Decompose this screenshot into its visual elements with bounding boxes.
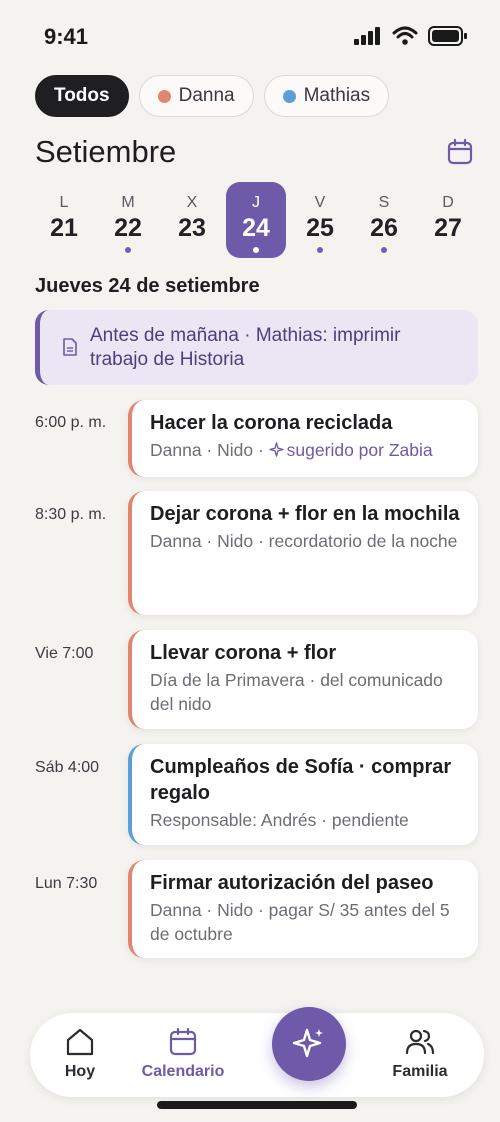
- day-letter: J: [252, 194, 260, 211]
- day-27[interactable]: D 27: [418, 182, 478, 258]
- day-number: 27: [434, 214, 462, 242]
- day-number: 23: [178, 214, 206, 242]
- filter-chip-label: Danna: [178, 85, 235, 106]
- week-strip: L 21 M 22 X 23 J 24 V 25 S 26 D 27: [32, 182, 482, 262]
- tab-familia[interactable]: Familia: [390, 1027, 450, 1081]
- suggestion-text: sugerido por Zabia: [286, 440, 433, 460]
- calendar-picker-button[interactable]: [446, 138, 476, 168]
- mathias-dot-icon: [282, 89, 296, 103]
- event-subtitle: Responsable: Andrés · pendiente: [150, 810, 409, 830]
- event-subtitle: Día de la Primavera · del comunicado del…: [150, 670, 443, 714]
- home-icon: [66, 1028, 94, 1056]
- tab-label: Familia: [392, 1063, 448, 1080]
- tab-label: Calendario: [141, 1063, 225, 1080]
- date-heading: Jueves 24 de setiembre: [35, 275, 260, 297]
- status-time: 9:41: [44, 24, 89, 49]
- tab-hoy[interactable]: Hoy: [62, 1027, 98, 1081]
- filter-chip-label: Mathias: [303, 85, 371, 106]
- event-time: 8:30 p. m.: [35, 506, 107, 523]
- day-letter: V: [314, 194, 326, 211]
- tab-label: Hoy: [64, 1063, 96, 1080]
- battery-icon: [428, 26, 467, 46]
- filter-chip-mathias[interactable]: Mathias: [263, 75, 390, 117]
- day-number: 24: [242, 214, 270, 242]
- day-letter: D: [442, 194, 454, 211]
- event-subtitle: Danna · Nido · sugerido por Zabia: [150, 438, 460, 462]
- day-25[interactable]: V 25: [290, 182, 350, 258]
- tab-calendario[interactable]: Calendario: [138, 1027, 228, 1081]
- status-icons: [354, 26, 468, 46]
- filter-chip-todos[interactable]: Todos: [35, 75, 129, 117]
- month-title: Setiembre: [35, 134, 177, 169]
- event-title: Cumpleaños de Sofía · comprar regalo: [150, 756, 452, 804]
- event-card[interactable]: Cumpleaños de Sofía · comprar regalo Res…: [128, 744, 478, 845]
- event-dot: [317, 247, 323, 253]
- event-title: Firmar autorización del paseo: [150, 872, 434, 894]
- event-card[interactable]: Llevar corona + flor Día de la Primavera…: [128, 630, 478, 729]
- day-23[interactable]: X 23: [162, 182, 222, 258]
- filter-chips: Todos Danna Mathias: [35, 75, 390, 117]
- event-dot: [381, 247, 387, 253]
- calendar-icon: [447, 138, 473, 165]
- day-letter: M: [121, 194, 135, 211]
- people-icon: [405, 1029, 435, 1055]
- day-letter: S: [378, 194, 390, 211]
- event-dot: [253, 247, 259, 253]
- day-number: 22: [114, 214, 142, 242]
- signal-icon: [354, 27, 380, 45]
- filter-chip-label: Todos: [54, 85, 110, 106]
- filter-chip-danna[interactable]: Danna: [138, 75, 254, 117]
- event-title: Dejar corona + flor en la mochila: [150, 503, 460, 525]
- status-bar: 9:41: [0, 0, 500, 70]
- event-time: Lun 7:30: [35, 875, 98, 892]
- sparkle-icon: [292, 1028, 323, 1058]
- day-22[interactable]: M 22: [98, 182, 158, 258]
- day-letter: X: [186, 194, 198, 211]
- event-card[interactable]: Hacer la corona reciclada Danna · Nido ·…: [128, 400, 478, 477]
- suggestion-tag: sugerido por Zabia: [268, 440, 433, 460]
- event-subtitle: Danna · Nido · recordatorio de la noche: [150, 531, 458, 551]
- day-letter: L: [59, 194, 69, 211]
- event-dot: [125, 247, 131, 253]
- home-indicator: [157, 1101, 357, 1109]
- event-subtitle: Danna · Nido · pagar S/ 35 antes del 5 d…: [150, 900, 450, 944]
- day-number: 26: [370, 214, 398, 242]
- day-21[interactable]: L 21: [34, 182, 94, 258]
- tab-bar: Hoy Calendario Familia: [30, 1013, 484, 1097]
- calendar-icon: [169, 1027, 197, 1056]
- event-time: 6:00 p. m.: [35, 414, 107, 431]
- day-26[interactable]: S 26: [354, 182, 414, 258]
- sparkle-icon: [268, 442, 284, 457]
- event-card[interactable]: Firmar autorización del paseo Danna · Ni…: [128, 860, 478, 958]
- note-banner[interactable]: Antes de mañana · Mathias: imprimir trab…: [35, 310, 478, 385]
- wifi-icon: [392, 26, 418, 45]
- assistant-fab-button[interactable]: [272, 1007, 346, 1081]
- note-text: Antes de mañana · Mathias: imprimir trab…: [90, 325, 401, 370]
- document-icon: [63, 338, 77, 356]
- event-subtitle-text: Danna · Nido ·: [150, 440, 269, 460]
- event-title: Llevar corona + flor: [150, 642, 337, 664]
- event-title: Hacer la corona reciclada: [150, 412, 393, 434]
- event-time: Vie 7:00: [35, 645, 94, 662]
- day-number: 25: [306, 214, 334, 242]
- danna-dot-icon: [157, 89, 171, 103]
- event-card[interactable]: Dejar corona + flor en la mochila Danna …: [128, 491, 478, 615]
- day-number: 21: [50, 214, 78, 242]
- event-time: Sáb 4:00: [35, 759, 100, 776]
- day-24-selected[interactable]: J 24: [226, 182, 286, 258]
